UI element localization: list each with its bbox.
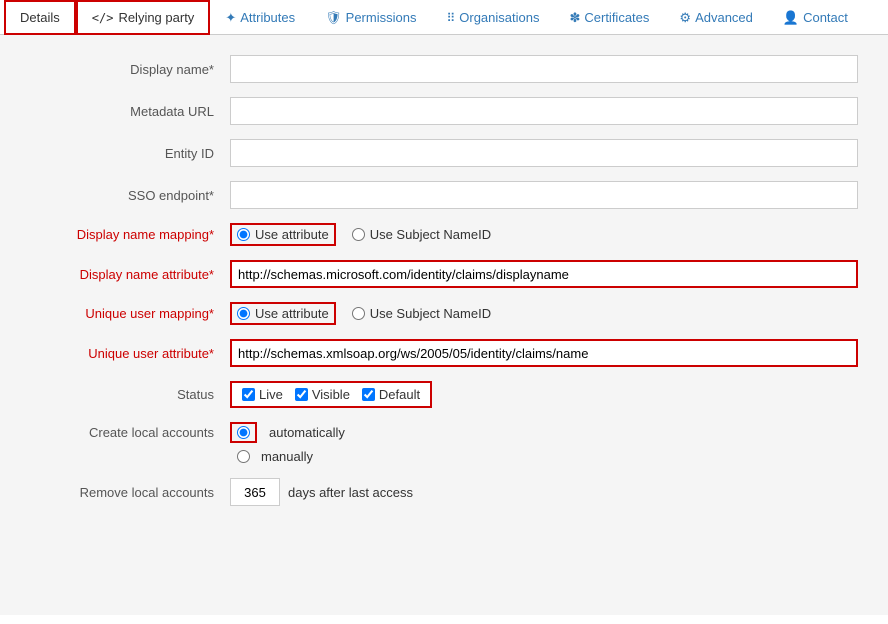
metadata-url-input[interactable] (230, 97, 858, 125)
unique-use-subject-nameid-label: Use Subject NameID (370, 306, 491, 321)
tab-advanced[interactable]: ⚙ Advanced (664, 1, 767, 35)
unique-user-mapping-input-wrapper: Use attribute Use Subject NameID (230, 302, 858, 325)
display-name-mapping-radio-group: Use attribute Use Subject NameID (230, 223, 858, 246)
entity-id-label: Entity ID (30, 146, 230, 161)
display-name-mapping-input-wrapper: Use attribute Use Subject NameID (230, 223, 858, 246)
remove-local-accounts-inline: days after last access (230, 478, 858, 506)
unique-use-attribute-wrapper: Use attribute (230, 302, 336, 325)
tab-bar: Details </> Relying party ✦ Attributes 🛡… (0, 0, 888, 35)
use-subject-nameid-option: Use Subject NameID (352, 227, 491, 242)
display-name-attribute-label: Display name attribute* (30, 267, 230, 282)
use-subject-nameid-radio[interactable] (352, 228, 365, 241)
status-label: Status (30, 387, 230, 402)
unique-use-attribute-label: Use attribute (255, 306, 329, 321)
unique-user-attribute-row: Unique user attribute* (30, 339, 858, 367)
tab-permissions[interactable]: 🛡 Permissions (310, 1, 431, 35)
days-after-label: days after last access (288, 485, 413, 500)
unique-user-mapping-row: Unique user mapping* Use attribute Use S… (30, 302, 858, 325)
main-content: Display name* Metadata URL Entity ID SSO… (0, 35, 888, 615)
certificates-icon: ✽ (569, 10, 580, 26)
manually-label: manually (261, 449, 313, 464)
tab-relying-party[interactable]: </> Relying party (76, 0, 211, 35)
days-input[interactable] (230, 478, 280, 506)
visible-option: Visible (295, 387, 350, 402)
remove-local-accounts-row: Remove local accounts days after last ac… (30, 478, 858, 506)
display-name-input-wrapper (230, 55, 858, 83)
visible-label: Visible (312, 387, 350, 402)
sso-endpoint-row: SSO endpoint* (30, 181, 858, 209)
live-checkbox[interactable] (242, 388, 255, 401)
sso-endpoint-input[interactable] (230, 181, 858, 209)
automatically-option: automatically (230, 422, 858, 443)
remove-local-accounts-label: Remove local accounts (30, 485, 230, 500)
tab-certificates[interactable]: ✽ Certificates (554, 1, 664, 35)
tab-relying-party-label: Relying party (118, 10, 194, 25)
default-option: Default (362, 387, 420, 402)
display-name-mapping-label: Display name mapping* (30, 227, 230, 242)
unique-user-mapping-label: Unique user mapping* (30, 306, 230, 321)
entity-id-row: Entity ID (30, 139, 858, 167)
display-name-attribute-input-wrapper (230, 260, 858, 288)
create-local-accounts-label: Create local accounts (30, 422, 230, 440)
attributes-icon: ✦ (225, 10, 236, 26)
use-attribute-label: Use attribute (255, 227, 329, 242)
display-name-attribute-row: Display name attribute* (30, 260, 858, 288)
create-local-accounts-radio-stack: automatically manually (230, 422, 858, 464)
tab-attributes[interactable]: ✦ Attributes (210, 1, 310, 35)
manually-radio[interactable] (237, 450, 250, 463)
status-row: Status Live Visible Default (30, 381, 858, 408)
metadata-url-label: Metadata URL (30, 104, 230, 119)
tab-advanced-label: Advanced (695, 10, 753, 25)
display-name-row: Display name* (30, 55, 858, 83)
default-checkbox[interactable] (362, 388, 375, 401)
contact-icon: 👤 (783, 10, 799, 26)
remove-local-accounts-input-wrapper: days after last access (230, 478, 858, 506)
unique-use-subject-nameid-option: Use Subject NameID (352, 306, 491, 321)
permissions-icon: 🛡 (325, 10, 342, 26)
unique-user-attribute-input-wrapper (230, 339, 858, 367)
tab-details[interactable]: Details (4, 0, 76, 35)
use-attribute-wrapper: Use attribute (230, 223, 336, 246)
automatically-radio[interactable] (237, 426, 250, 439)
create-local-accounts-row: Create local accounts automatically manu… (30, 422, 858, 464)
display-name-input[interactable] (230, 55, 858, 83)
entity-id-input[interactable] (230, 139, 858, 167)
live-option: Live (242, 387, 283, 402)
visible-checkbox[interactable] (295, 388, 308, 401)
unique-use-attribute-radio[interactable] (237, 307, 250, 320)
entity-id-input-wrapper (230, 139, 858, 167)
sso-endpoint-input-wrapper (230, 181, 858, 209)
unique-user-attribute-label: Unique user attribute* (30, 346, 230, 361)
tab-contact-label: Contact (803, 10, 848, 25)
tab-permissions-label: Permissions (346, 10, 417, 25)
metadata-url-input-wrapper (230, 97, 858, 125)
automatically-label: automatically (269, 425, 345, 440)
tab-certificates-label: Certificates (584, 10, 649, 25)
sso-endpoint-label: SSO endpoint* (30, 188, 230, 203)
use-attribute-radio[interactable] (237, 228, 250, 241)
relying-party-icon: </> (92, 11, 114, 25)
automatically-wrapper (230, 422, 257, 443)
display-name-mapping-row: Display name mapping* Use attribute Use … (30, 223, 858, 246)
default-label: Default (379, 387, 420, 402)
status-checkbox-group: Live Visible Default (230, 381, 432, 408)
unique-user-mapping-radio-group: Use attribute Use Subject NameID (230, 302, 858, 325)
use-subject-nameid-label: Use Subject NameID (370, 227, 491, 242)
unique-use-subject-nameid-radio[interactable] (352, 307, 365, 320)
advanced-icon: ⚙ (679, 10, 691, 26)
metadata-url-row: Metadata URL (30, 97, 858, 125)
tab-details-label: Details (20, 10, 60, 25)
create-local-accounts-input-wrapper: automatically manually (230, 422, 858, 464)
unique-user-attribute-input[interactable] (230, 339, 858, 367)
tab-organisations[interactable]: ⠿ Organisations (431, 1, 554, 34)
display-name-attribute-input[interactable] (230, 260, 858, 288)
manually-option: manually (230, 449, 858, 464)
live-label: Live (259, 387, 283, 402)
display-name-label: Display name* (30, 62, 230, 77)
tab-attributes-label: Attributes (240, 10, 295, 25)
status-input-wrapper: Live Visible Default (230, 381, 858, 408)
tab-organisations-label: Organisations (459, 10, 539, 25)
tab-contact[interactable]: 👤 Contact (768, 1, 863, 35)
organisations-icon: ⠿ (446, 11, 455, 25)
